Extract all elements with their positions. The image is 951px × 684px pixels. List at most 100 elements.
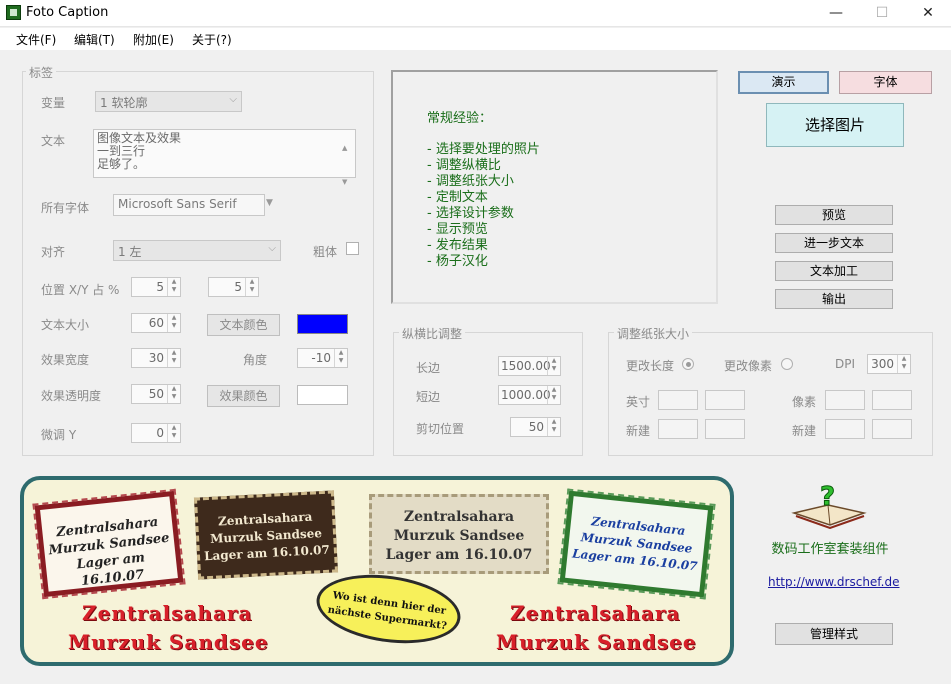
red-caption-right-line: Zentralsahara (510, 601, 681, 625)
sample-label-3: Zentralsahara Murzuk Sandsee Lager am 16… (369, 494, 549, 574)
chevron-down-icon: ⌵ (229, 94, 237, 105)
caption-text-area[interactable]: 图像文本及效果 一到三行 足够了。 (93, 129, 356, 178)
text-size-spinner[interactable]: 60 ▲ ▼ (131, 313, 181, 333)
position-label: 位置 X/Y 占 % (41, 283, 120, 297)
manage-styles-button[interactable]: 管理样式 (775, 623, 893, 645)
pixel-width-field[interactable] (825, 390, 865, 410)
bold-label: 粗体 (313, 245, 338, 259)
font-dropdown-icon[interactable]: ▼ (266, 198, 273, 208)
fine-y-spinner[interactable]: 0 ▲ ▼ (131, 423, 181, 443)
text-label: 文本 (41, 134, 66, 148)
new-inch-width-field[interactable] (658, 419, 698, 439)
menu-file[interactable]: 文件(F) (16, 31, 56, 48)
spin-arrows-icon[interactable]: ▲ ▼ (167, 349, 180, 367)
text-color-swatch[interactable] (297, 314, 348, 334)
effect-width-spinner[interactable]: 30 ▲ ▼ (131, 348, 181, 368)
spin-arrows-icon[interactable]: ▲ ▼ (167, 314, 180, 332)
red-caption-left-line: Murzuk Sandsee (68, 630, 269, 654)
text-process-button[interactable]: 文本加工 (775, 261, 893, 281)
dpi-value: 300 (871, 357, 894, 371)
spin-arrows-icon[interactable]: ▲ ▼ (245, 278, 258, 296)
tips-panel: 常规经验： - 选择要处理的照片 - 调整纵横比 - 调整纸张大小 - 定制文本… (391, 70, 718, 304)
dpi-spinner[interactable]: 300 ▲ ▼ (867, 354, 911, 374)
close-button[interactable]: ✕ (905, 0, 951, 27)
font-value: Microsoft Sans Serif (118, 197, 237, 211)
effect-opacity-spinner[interactable]: 50 ▲ ▼ (131, 384, 181, 404)
effect-color-swatch[interactable] (297, 385, 348, 405)
change-length-radio[interactable] (682, 358, 694, 370)
effect-opacity-label: 效果透明度 (41, 389, 102, 403)
next-text-button[interactable]: 进一步文本 (775, 233, 893, 253)
font-button[interactable]: 字体 (839, 71, 932, 94)
select-image-button[interactable]: 选择图片 (766, 103, 904, 147)
variant-combo[interactable]: 1 软轮廓 ⌵ (95, 91, 242, 112)
window-title: Foto Caption (26, 5, 109, 20)
dpi-label: DPI (835, 357, 856, 371)
spin-arrows-icon[interactable]: ▲ ▼ (547, 357, 560, 375)
position-y-spinner[interactable]: 5 ▲ ▼ (208, 277, 259, 297)
speech-bubble: Wo ist denn hier der nächste Supermarkt? (312, 566, 465, 652)
short-side-label: 短边 (416, 390, 441, 404)
tips-heading: 常规经验： (427, 111, 493, 126)
inch-width-field[interactable] (658, 390, 698, 410)
change-length-label: 更改长度 (626, 359, 675, 373)
spin-arrows-icon[interactable]: ▲ ▼ (167, 278, 180, 296)
text-size-label: 文本大小 (41, 318, 90, 332)
website-link[interactable]: http://www.drschef.de (768, 575, 899, 589)
font-combo[interactable]: Microsoft Sans Serif (113, 194, 265, 216)
sample-label-4: Zentralsahara Murzuk Sandsee Lager am 16… (557, 488, 716, 600)
align-label: 对齐 (41, 245, 66, 259)
menu-extras[interactable]: 附加(E) (133, 31, 174, 48)
chevron-down-icon: ⌵ (268, 243, 276, 254)
menu-about[interactable]: 关于(?) (192, 31, 232, 48)
align-value: 1 左 (118, 245, 142, 259)
new-inch-label: 新建 (626, 424, 651, 438)
red-caption-right-line: Murzuk Sandsee (496, 630, 697, 654)
inch-height-field[interactable] (705, 390, 745, 410)
position-x-spinner[interactable]: 5 ▲ ▼ (131, 277, 181, 297)
svg-text:?: ? (820, 483, 835, 512)
sample-label-3-line: Lager am 16.10.07 (385, 547, 533, 563)
short-side-value: 1000.00 (501, 388, 551, 402)
preview-button[interactable]: 预览 (775, 205, 893, 225)
output-button[interactable]: 输出 (775, 289, 893, 309)
spin-arrows-icon[interactable]: ▲ ▼ (547, 418, 560, 436)
spin-arrows-icon[interactable]: ▲ ▼ (897, 355, 910, 373)
change-pixels-label: 更改像素 (724, 359, 773, 373)
variant-label: 变量 (41, 96, 66, 110)
sample-banner-image: Zentralsahara Murzuk Sandsee Lager am 16… (20, 476, 734, 666)
spin-arrows-icon[interactable]: ▲ ▼ (167, 385, 180, 403)
label-group-title: 标签 (26, 64, 57, 81)
spin-arrows-icon[interactable]: ▲ ▼ (167, 424, 180, 442)
spin-arrows-icon[interactable]: ▲ ▼ (547, 386, 560, 404)
position-y-value: 5 (234, 280, 242, 294)
long-side-spinner[interactable]: 1500.00 ▲ ▼ (498, 356, 561, 376)
crop-position-label: 剪切位置 (416, 422, 465, 436)
new-pixel-height-field[interactable] (872, 419, 912, 439)
text-size-value: 60 (148, 316, 164, 330)
short-side-spinner[interactable]: 1000.00 ▲ ▼ (498, 385, 561, 405)
long-side-value: 1500.00 (501, 359, 551, 373)
spin-arrows-icon[interactable]: ▲ ▼ (334, 349, 347, 367)
align-combo[interactable]: 1 左 ⌵ (113, 240, 281, 261)
menu-edit[interactable]: 编辑(T) (74, 31, 115, 48)
bold-checkbox[interactable] (346, 242, 359, 255)
inch-label: 英寸 (626, 395, 651, 409)
pixel-height-field[interactable] (872, 390, 912, 410)
angle-spinner[interactable]: -10 ▲ ▼ (297, 348, 348, 368)
minimize-button[interactable]: — (813, 0, 859, 27)
scroll-arrows-icon[interactable]: ▲ ▼ (342, 131, 347, 199)
change-pixels-radio[interactable] (781, 358, 793, 370)
angle-label: 角度 (243, 353, 268, 367)
demo-button[interactable]: 演示 (738, 71, 829, 94)
effect-opacity-value: 50 (148, 387, 164, 401)
new-pixel-width-field[interactable] (825, 419, 865, 439)
text-color-button[interactable]: 文本颜色 (207, 314, 280, 336)
crop-position-spinner[interactable]: 50 ▲ ▼ (510, 417, 561, 437)
effect-color-button[interactable]: 效果颜色 (207, 385, 280, 407)
new-inch-height-field[interactable] (705, 419, 745, 439)
sample-label-1: Zentralsahara Murzuk Sandsee Lager am 16… (32, 488, 186, 600)
app-icon (6, 5, 21, 20)
maximize-button[interactable]: ☐ (859, 0, 905, 27)
title-bar (0, 0, 951, 27)
